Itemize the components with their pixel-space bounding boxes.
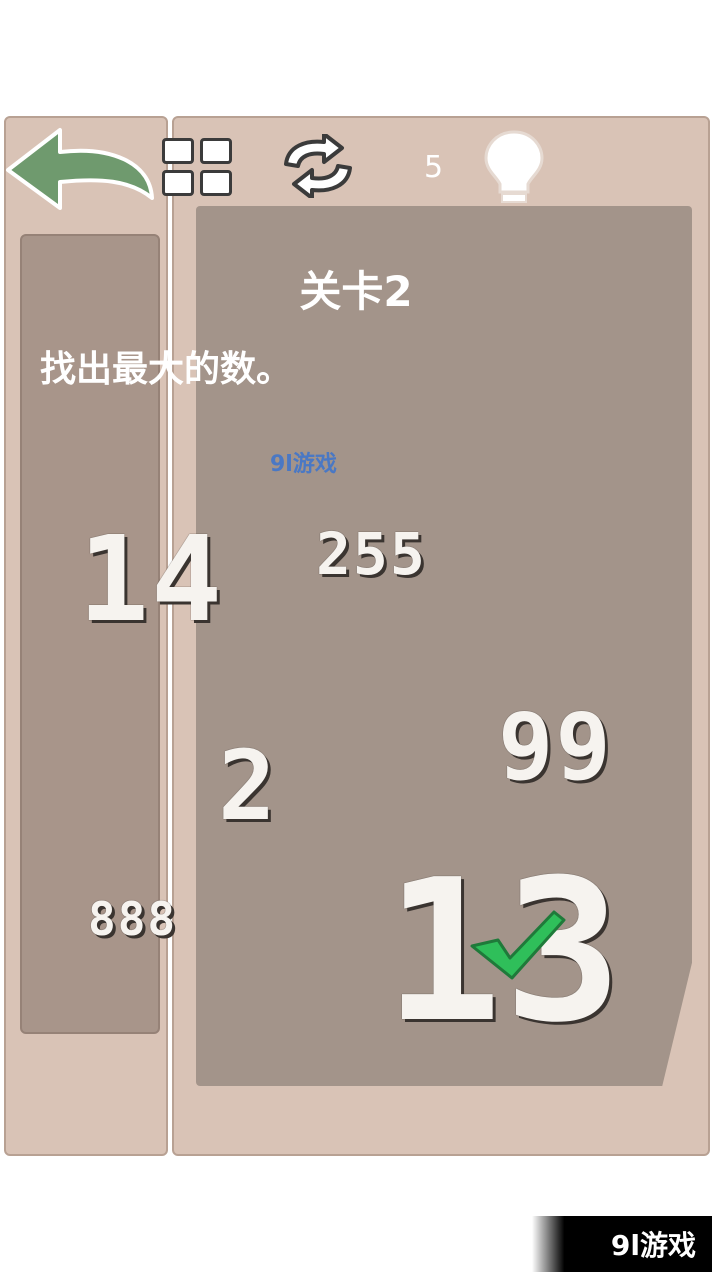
- back-button[interactable]: [0, 122, 160, 214]
- bottom-watermark-text: 9l游戏: [610, 1229, 696, 1262]
- level-instruction: 找出最大的数。: [40, 349, 293, 390]
- restart-button[interactable]: [276, 132, 360, 200]
- number-14[interactable]: 14: [78, 510, 224, 648]
- hint-count: 5: [424, 150, 444, 185]
- watermark-text: 9l游戏: [270, 452, 337, 477]
- checkmark-icon: [468, 906, 568, 982]
- bottom-watermark: 9l游戏: [532, 1216, 712, 1272]
- lightbulb-icon: [484, 130, 544, 203]
- back-arrow-icon: [6, 128, 154, 210]
- level-title: 关卡2: [299, 267, 413, 316]
- hint-button[interactable]: [480, 128, 548, 208]
- refresh-icon: [284, 132, 352, 200]
- level-select-button[interactable]: [160, 136, 236, 200]
- watermark-logo: 9l游戏: [270, 446, 370, 486]
- number-2[interactable]: 2: [218, 730, 278, 842]
- number-255[interactable]: 255: [316, 520, 427, 588]
- number-99[interactable]: 99: [498, 694, 613, 801]
- number-888[interactable]: 888: [88, 892, 177, 946]
